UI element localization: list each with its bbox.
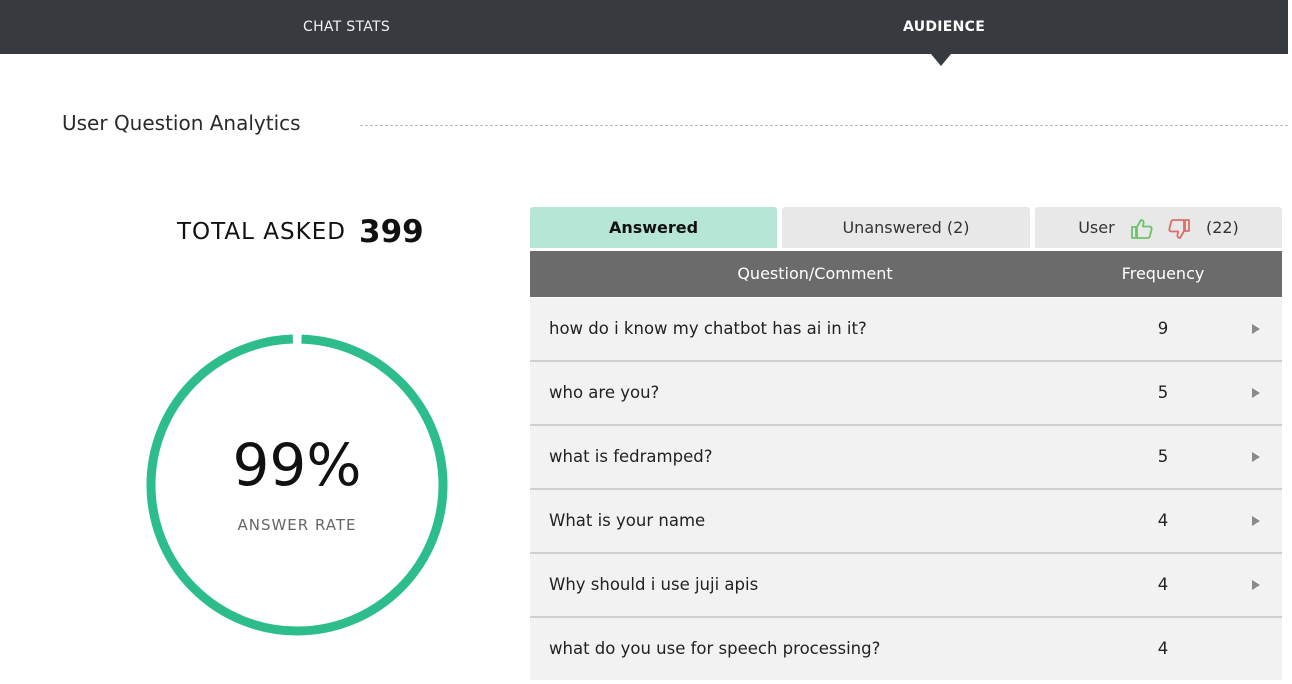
total-asked-value: 399: [359, 214, 424, 250]
row-question: what do you use for speech processing?: [549, 639, 881, 658]
tab-chat-stats[interactable]: CHAT STATS: [303, 0, 390, 54]
expand-arrow-icon[interactable]: [1252, 516, 1260, 526]
row-frequency: 9: [1157, 319, 1169, 338]
total-asked: TOTAL ASKED 399: [177, 214, 424, 250]
column-header-frequency: Frequency: [1121, 264, 1205, 283]
row-question: What is your name: [549, 511, 706, 530]
table-row[interactable]: Why should i use juji apis 4: [530, 554, 1282, 618]
answer-rate-label: ANSWER RATE: [237, 516, 357, 534]
row-frequency: 5: [1157, 447, 1169, 466]
active-tab-caret: [931, 54, 951, 66]
table-row[interactable]: what do you use for speech processing? 4: [530, 618, 1282, 680]
row-frequency: 4: [1157, 639, 1169, 658]
tab-audience[interactable]: AUDIENCE: [903, 0, 985, 54]
user-feedback-label: User: [1078, 218, 1115, 237]
table-header: Question/Comment Frequency: [530, 251, 1282, 297]
table-row[interactable]: what is fedramped? 5: [530, 426, 1282, 490]
total-asked-label: TOTAL ASKED: [177, 219, 346, 245]
thumbs-up-icon: [1130, 218, 1153, 239]
row-frequency: 4: [1157, 511, 1169, 530]
row-frequency: 5: [1157, 383, 1169, 402]
table-row[interactable]: how do i know my chatbot has ai in it? 9: [530, 298, 1282, 362]
row-question: what is fedramped?: [549, 447, 713, 466]
answer-rate-value: 99%: [232, 431, 362, 499]
thumbs-down-icon: [1168, 218, 1190, 239]
row-question: who are you?: [549, 383, 660, 402]
section-divider: [360, 125, 1288, 126]
expand-arrow-icon[interactable]: [1252, 324, 1260, 334]
top-nav: CHAT STATS AUDIENCE: [0, 0, 1288, 54]
column-header-question: Question/Comment: [737, 264, 893, 283]
tab-answered[interactable]: Answered: [530, 207, 777, 248]
row-question: Why should i use juji apis: [549, 575, 759, 594]
tab-unanswered[interactable]: Unanswered (2): [782, 207, 1030, 248]
user-feedback-count: (22): [1205, 218, 1239, 237]
row-frequency: 4: [1157, 575, 1169, 594]
expand-arrow-icon[interactable]: [1252, 388, 1260, 398]
table-row[interactable]: What is your name 4: [530, 490, 1282, 554]
tab-user-feedback[interactable]: User (22): [1035, 207, 1282, 248]
expand-arrow-icon[interactable]: [1252, 452, 1260, 462]
section-title: User Question Analytics: [62, 111, 301, 135]
table-row[interactable]: who are you? 5: [530, 362, 1282, 426]
expand-arrow-icon[interactable]: [1252, 580, 1260, 590]
row-question: how do i know my chatbot has ai in it?: [549, 319, 867, 338]
